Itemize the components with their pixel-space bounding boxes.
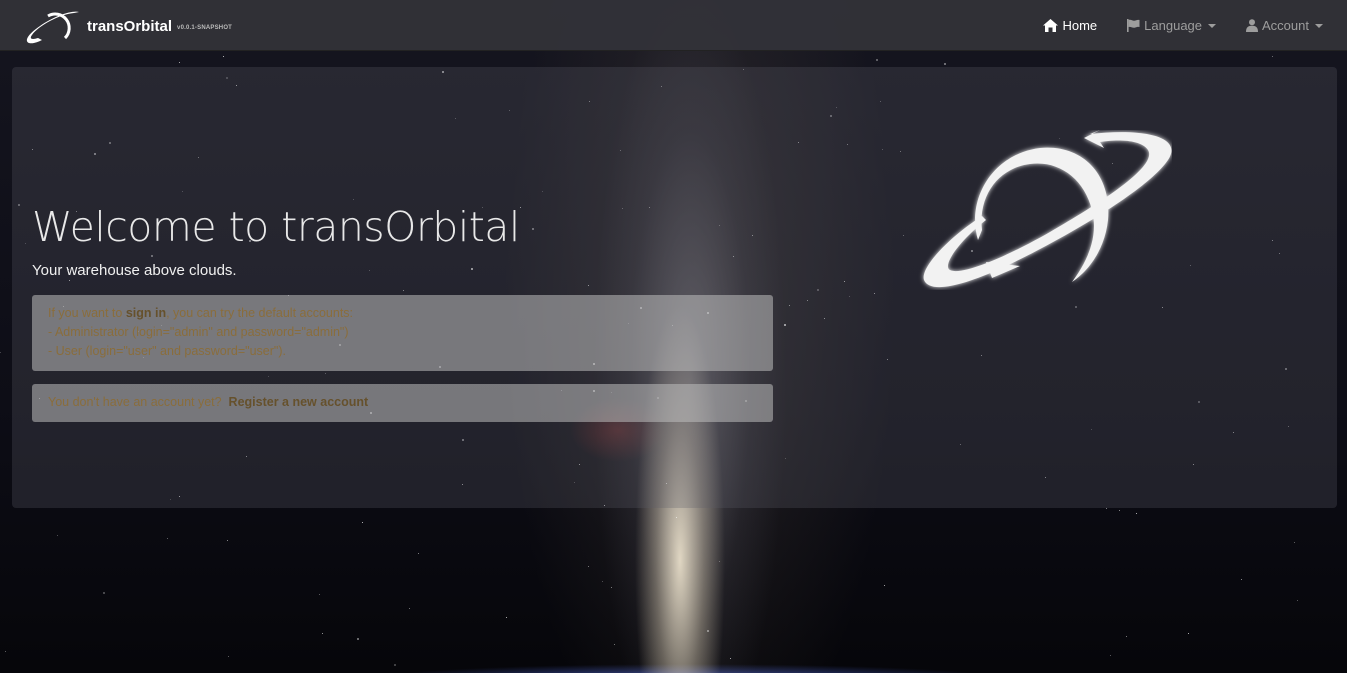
brand-version: v0.0.1-SNAPSHOT xyxy=(177,25,233,31)
user-icon xyxy=(1246,19,1259,32)
star xyxy=(884,585,885,586)
star xyxy=(588,566,589,567)
star xyxy=(227,540,228,541)
signin-intro-text: If you want to xyxy=(48,306,126,320)
tagline: Your warehouse above clouds. xyxy=(32,262,237,279)
star xyxy=(707,630,709,632)
nav-account-label: Account xyxy=(1262,18,1309,33)
admin-account-line: - Administrator (login="admin" and passw… xyxy=(48,325,349,339)
star xyxy=(1119,510,1120,511)
star xyxy=(322,633,323,634)
chevron-down-icon xyxy=(1208,23,1217,28)
star xyxy=(167,538,168,539)
star xyxy=(228,656,229,657)
star xyxy=(1110,655,1111,656)
star xyxy=(319,594,320,595)
star xyxy=(57,535,58,536)
nav-language-label: Language xyxy=(1144,18,1203,33)
star xyxy=(676,517,677,518)
star xyxy=(179,62,180,63)
nav-menu: Home Language Account xyxy=(1028,0,1347,51)
star xyxy=(506,617,507,618)
flag-icon xyxy=(1127,19,1140,32)
star xyxy=(357,638,359,640)
star xyxy=(1136,513,1137,514)
default-accounts-alert: If you want to sign in, you can try the … xyxy=(32,295,773,371)
brand-name: transOrbital xyxy=(87,17,173,35)
signin-line: If you want to sign in, you can try the … xyxy=(48,304,757,323)
register-link[interactable]: Register a new account xyxy=(229,395,369,409)
page-title: Welcome to transOrbital xyxy=(32,203,520,251)
register-prompt: You don't have an account yet? xyxy=(48,395,222,409)
star xyxy=(876,59,878,61)
nav-home[interactable]: Home xyxy=(1028,0,1112,51)
star xyxy=(1106,508,1107,509)
orbit-logo-icon xyxy=(26,11,79,44)
brand-link[interactable]: transOrbital v0.0.1-SNAPSHOT xyxy=(24,8,232,44)
nav-language-dropdown[interactable]: Language xyxy=(1112,0,1231,51)
home-icon xyxy=(1043,19,1059,32)
star xyxy=(362,522,363,523)
star xyxy=(611,587,612,588)
chevron-down-icon xyxy=(1315,23,1323,28)
star xyxy=(0,352,1,353)
star xyxy=(1294,542,1295,543)
star xyxy=(602,581,603,582)
star xyxy=(1297,600,1298,601)
nav-home-label: Home xyxy=(1062,18,1098,33)
star xyxy=(614,644,615,645)
star xyxy=(418,553,419,554)
register-alert: You don't have an account yet? Register … xyxy=(32,384,773,422)
star xyxy=(1241,579,1242,580)
star xyxy=(409,608,410,609)
star xyxy=(719,561,720,562)
star xyxy=(730,658,731,659)
nav-account-dropdown[interactable]: Account xyxy=(1231,0,1347,51)
star xyxy=(1126,636,1127,637)
star xyxy=(944,63,946,65)
star xyxy=(394,664,396,666)
user-account-line: - User (login="user" and password="user"… xyxy=(48,344,286,358)
orbit-logo-large-icon xyxy=(923,130,1172,288)
star xyxy=(223,56,224,57)
star xyxy=(5,651,6,652)
signin-intro-suffix: , you can try the default accounts: xyxy=(166,306,354,320)
star xyxy=(1272,56,1273,57)
star xyxy=(1188,633,1189,634)
top-navbar: transOrbital v0.0.1-SNAPSHOT Home Langua… xyxy=(0,0,1347,51)
star xyxy=(103,592,105,594)
sign-in-link[interactable]: sign in xyxy=(126,306,166,320)
